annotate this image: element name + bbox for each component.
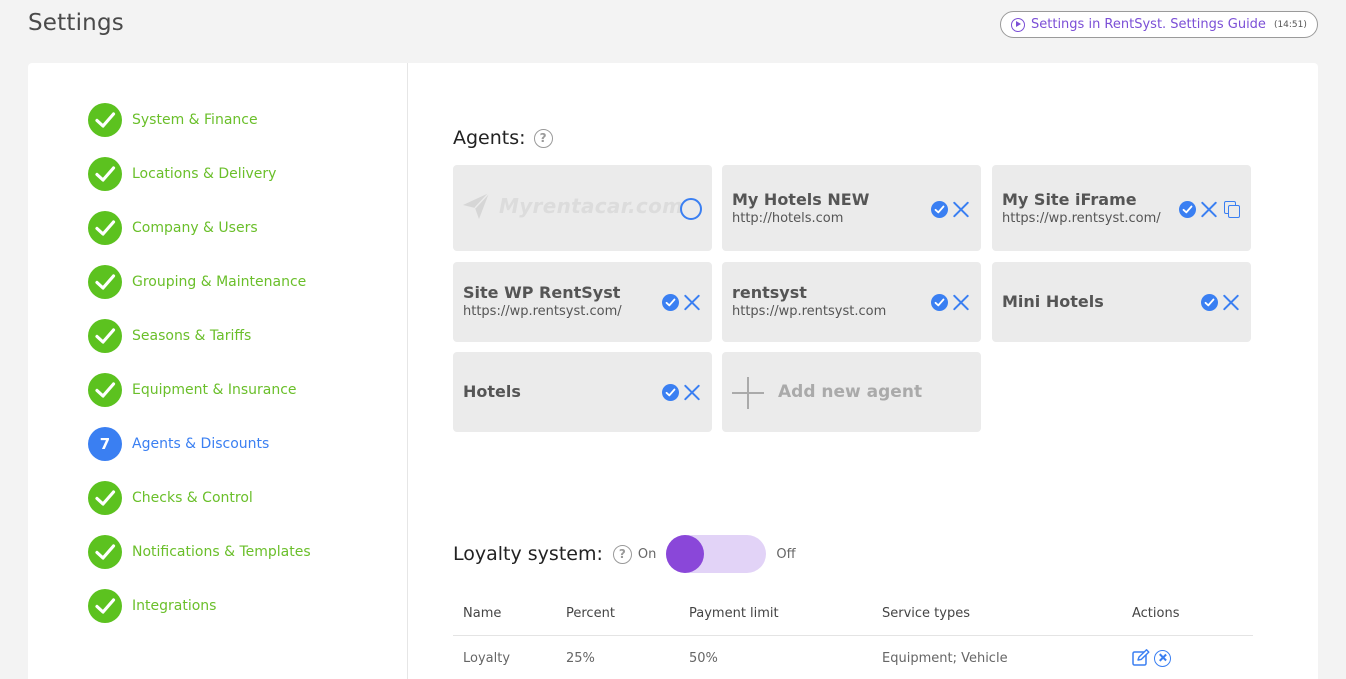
check-circle-icon[interactable] [931, 200, 948, 218]
check-circle-icon[interactable] [662, 293, 679, 311]
myrentacar-logo: Myrentacar.com [461, 191, 683, 221]
check-icon [88, 481, 122, 515]
agent-card-my-hotels-new[interactable]: My Hotels NEW http://hotels.com [722, 165, 981, 251]
step-label: Grouping & Maintenance [132, 274, 307, 290]
step-label: Company & Users [132, 220, 258, 236]
agent-card-mini-hotels[interactable]: Mini Hotels [992, 262, 1251, 342]
step-label: Agents & Discounts [132, 436, 270, 452]
close-icon[interactable] [951, 199, 971, 219]
loyalty-title: Loyalty system: [453, 543, 603, 565]
agent-card-site-wp-rentsyst[interactable]: Site WP RentSyst https://wp.rentsyst.com… [453, 262, 712, 342]
close-icon[interactable] [682, 292, 702, 312]
agent-url: https://wp.rentsyst.com [732, 304, 887, 319]
step-seasons-tariffs[interactable]: Seasons & Tariffs [88, 319, 251, 353]
agent-url: http://hotels.com [732, 211, 844, 226]
toggle-off-label: Off [776, 546, 796, 562]
edit-icon[interactable] [1132, 649, 1150, 667]
column-header[interactable]: Percent [566, 606, 689, 621]
settings-steps-sidebar: System & Finance Locations & Delivery Co… [28, 63, 408, 679]
step-grouping-maintenance[interactable]: Grouping & Maintenance [88, 265, 306, 299]
cell-service-types: Equipment; Vehicle [882, 650, 1008, 666]
check-icon [88, 373, 122, 407]
step-label: Checks & Control [132, 490, 253, 506]
toggle-knob [666, 535, 705, 573]
close-icon[interactable] [1221, 292, 1241, 312]
agent-name: Mini Hotels [1002, 292, 1104, 311]
paper-plane-icon [463, 192, 490, 219]
close-icon[interactable] [1199, 199, 1219, 219]
check-circle-icon[interactable] [662, 383, 679, 401]
step-notifications-templates[interactable]: Notifications & Templates [88, 535, 311, 569]
agent-url: https://wp.rentsyst.com/ [1002, 211, 1161, 226]
column-header[interactable]: Service types [882, 606, 1132, 621]
myrentacar-logo-text: Myrentacar.com [499, 194, 684, 218]
check-icon [88, 211, 122, 245]
toggle-on-label: On [637, 546, 657, 562]
check-circle-icon[interactable] [1201, 293, 1218, 311]
check-icon [88, 265, 122, 299]
check-icon [88, 535, 122, 569]
agent-card-myrentacar[interactable]: Myrentacar.com [453, 165, 712, 251]
check-icon [88, 319, 122, 353]
play-icon [1011, 17, 1025, 32]
step-agents-discounts[interactable]: 7 Agents & Discounts [88, 427, 269, 461]
settings-guide-button[interactable]: Settings in RentSyst. Settings Guide (14… [1000, 11, 1318, 38]
cell-payment-limit: 50% [689, 650, 718, 666]
check-icon [88, 157, 122, 191]
loyalty-toggle[interactable] [666, 535, 767, 573]
close-icon[interactable] [951, 292, 971, 312]
settings-guide-duration: (14:51) [1273, 19, 1307, 30]
loyalty-system-header: Loyalty system: ? On Off [453, 535, 796, 573]
check-circle-icon[interactable] [1179, 200, 1196, 218]
agent-name: My Site iFrame [1002, 190, 1137, 209]
close-icon[interactable] [682, 382, 702, 402]
check-circle-icon[interactable] [931, 293, 948, 311]
page-title: Settings [28, 10, 124, 36]
step-system-finance[interactable]: System & Finance [88, 103, 258, 137]
radio-empty-icon[interactable] [680, 198, 702, 220]
step-label: Locations & Delivery [132, 166, 277, 182]
step-label: Integrations [132, 598, 217, 614]
check-icon [88, 103, 122, 137]
step-label: Seasons & Tariffs [132, 328, 252, 344]
agents-title: Agents: [453, 127, 526, 149]
cell-actions [1132, 649, 1253, 667]
table-row: Loyalty 25% 50% Equipment; Vehicle [453, 636, 1253, 679]
cell-name: Loyalty [463, 650, 511, 666]
add-new-agent-label: Add new agent [778, 382, 923, 402]
settings-panel: System & Finance Locations & Delivery Co… [28, 63, 1318, 679]
plus-icon [732, 377, 764, 409]
step-label: Notifications & Templates [132, 544, 311, 560]
step-number-badge: 7 [88, 427, 122, 461]
table-header: Name Percent Payment limit Service types… [453, 591, 1253, 636]
step-label: System & Finance [132, 112, 258, 128]
agent-card-hotels[interactable]: Hotels [453, 352, 712, 432]
step-checks-control[interactable]: Checks & Control [88, 481, 253, 515]
agent-card-rentsyst[interactable]: rentsyst https://wp.rentsyst.com [722, 262, 981, 342]
column-header[interactable]: Payment limit [689, 606, 882, 621]
agents-heading: Agents: ? [453, 127, 553, 149]
step-label: Equipment & Insurance [132, 382, 297, 398]
step-company-users[interactable]: Company & Users [88, 211, 258, 245]
step-integrations[interactable]: Integrations [88, 589, 216, 623]
agent-name: rentsyst [732, 283, 807, 302]
column-header[interactable]: Name [453, 606, 566, 621]
column-header: Actions [1132, 605, 1180, 621]
agent-url: https://wp.rentsyst.com/ [463, 304, 622, 319]
loyalty-table: Name Percent Payment limit Service types… [453, 591, 1253, 679]
question-circle-icon[interactable]: ? [533, 128, 553, 148]
remove-circle-icon[interactable] [1154, 649, 1171, 667]
step-equipment-insurance[interactable]: Equipment & Insurance [88, 373, 297, 407]
agent-name: My Hotels NEW [732, 190, 870, 209]
agent-name: Site WP RentSyst [463, 283, 621, 302]
copy-icon[interactable] [1224, 200, 1241, 218]
cell-percent: 25% [566, 650, 595, 666]
agent-name: Hotels [463, 382, 521, 401]
step-locations-delivery[interactable]: Locations & Delivery [88, 157, 276, 191]
check-icon [88, 589, 122, 623]
question-circle-icon[interactable]: ? [612, 544, 632, 564]
add-new-agent-button[interactable]: Add new agent [722, 352, 981, 432]
agent-card-my-site-iframe[interactable]: My Site iFrame https://wp.rentsyst.com/ [992, 165, 1251, 251]
settings-guide-label: Settings in RentSyst. Settings Guide [1031, 17, 1266, 32]
